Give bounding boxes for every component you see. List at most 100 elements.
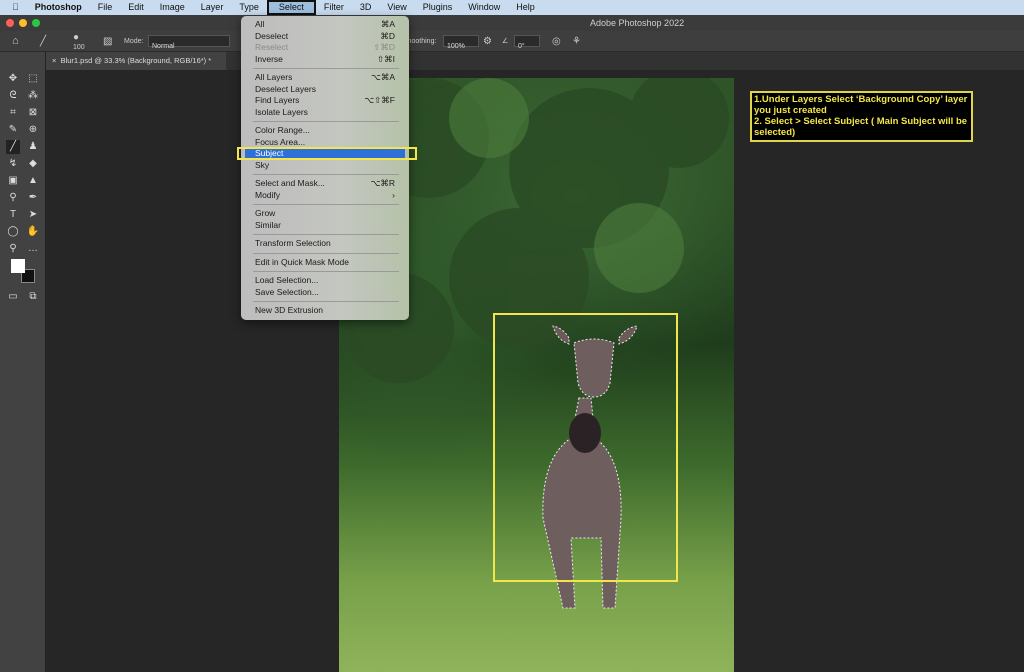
instruction-step-1: 1.Under Layers Select ‘Background Copy’ … — [754, 94, 968, 116]
menu-image[interactable]: Image — [152, 0, 193, 15]
path-select-icon[interactable]: ➤ — [26, 208, 40, 222]
menu-item-label: Grow — [255, 208, 276, 218]
angle-field[interactable]: 0° — [514, 35, 540, 50]
menu-item-shortcut: ⌥⌘A — [371, 72, 395, 82]
menu-item-edit-in-quick-mask-mode[interactable]: Edit in Quick Mask Mode — [241, 257, 409, 269]
menu-layer[interactable]: Layer — [193, 0, 232, 15]
mode-select[interactable]: Normal — [148, 35, 230, 50]
menu-filter[interactable]: Filter — [316, 0, 352, 15]
pen-tool-icon[interactable]: ✒ — [26, 191, 40, 205]
menu-file[interactable]: File — [90, 0, 121, 15]
menu-item-sky[interactable]: Sky — [241, 160, 409, 172]
menu-item-label: Isolate Layers — [255, 106, 308, 117]
options-bar: ⌂ ╱ ● 100 ▨ Mode: Normal Smoothing: 100%… — [0, 31, 1024, 52]
gear-icon[interactable]: ⚙ — [483, 31, 492, 52]
quick-mask-icon[interactable]: ▭ — [6, 290, 20, 304]
menu-item-load-selection[interactable]: Load Selection... — [241, 275, 409, 287]
menu-3d[interactable]: 3D — [352, 0, 380, 15]
close-tab-icon[interactable]: × — [52, 56, 61, 65]
menu-separator — [253, 252, 399, 254]
eyedropper-tool-icon[interactable]: ✎ — [6, 123, 20, 137]
menu-item-new-3d-extrusion[interactable]: New 3D Extrusion — [241, 305, 409, 317]
move-tool-icon[interactable]: ✥ — [6, 72, 20, 86]
history-brush-icon[interactable]: ↯ — [6, 157, 20, 171]
menu-item-grow[interactable]: Grow — [241, 208, 409, 220]
type-tool-icon[interactable]: T — [6, 208, 20, 222]
screen-mode-icon[interactable]: ⧉ — [26, 290, 40, 304]
smoothing-field[interactable]: 100% — [443, 35, 479, 50]
blur-tool-icon[interactable]: ▲ — [26, 174, 40, 188]
menu-separator — [253, 204, 399, 205]
pressure-icon[interactable]: ◎ — [552, 31, 561, 52]
apple-icon[interactable]:  — [0, 0, 27, 15]
subject-menu-highlight — [237, 147, 417, 160]
menu-item-all[interactable]: All ⌘A — [241, 19, 409, 31]
frame-tool-icon[interactable]: ⊠ — [26, 106, 40, 120]
menu-item-shortcut: ⌘A — [380, 19, 395, 29]
menu-separator — [253, 234, 399, 235]
title-bar: Adobe Photoshop 2022 — [0, 15, 1024, 31]
menu-item-similar[interactable]: Similar — [241, 220, 409, 232]
menu-app[interactable]: Photoshop — [27, 0, 90, 15]
menu-item-label: Inverse — [255, 53, 283, 64]
zoom-window-button[interactable] — [32, 19, 40, 27]
menu-separator — [253, 301, 399, 302]
tools-panel: ✥ ⬚ ᘓ ⁂ ⌗ ⊠ ✎ ⊕ ╱ ♟ ↯ ◆ ▣ ▲ ⚲ ✒ T ➤ ◯ ✋ … — [0, 52, 46, 672]
foreground-color[interactable] — [11, 259, 25, 273]
menu-help[interactable]: Help — [508, 0, 543, 15]
menu-view[interactable]: View — [379, 0, 414, 15]
menu-item-label: Transform Selection — [255, 238, 331, 248]
healing-tool-icon[interactable]: ⊕ — [26, 123, 40, 137]
menu-item-label: Find Layers — [255, 95, 300, 105]
menu-item-deselect-layers[interactable]: Deselect Layers — [241, 84, 409, 96]
menu-item-select-and-mask[interactable]: Select and Mask... ⌥⌘R — [241, 178, 409, 190]
instruction-annotation: 1.Under Layers Select ‘Background Copy’ … — [750, 91, 973, 142]
close-window-button[interactable] — [6, 19, 14, 27]
brush-panel-icon[interactable]: ▨ — [103, 31, 112, 52]
menu-edit[interactable]: Edit — [120, 0, 152, 15]
more-tools-icon[interactable]: … — [26, 242, 40, 256]
marquee-tool-icon[interactable]: ⬚ — [26, 72, 40, 86]
stamp-tool-icon[interactable]: ♟ — [26, 140, 40, 154]
menu-item-label: Load Selection... — [255, 275, 319, 285]
menu-item-deselect[interactable]: Deselect ⌘D — [241, 31, 409, 43]
menu-item-inverse[interactable]: Inverse ⇧⌘I — [241, 54, 409, 66]
menu-item-color-range[interactable]: Color Range... — [241, 125, 409, 137]
home-icon[interactable]: ⌂ — [12, 31, 19, 52]
menu-select[interactable]: Select — [266, 0, 316, 15]
menu-item-shortcut: ⌘D — [380, 30, 395, 41]
dodge-tool-icon[interactable]: ⚲ — [6, 191, 20, 205]
brush-tool-icon[interactable]: ╱ — [40, 31, 46, 52]
crop-tool-icon[interactable]: ⌗ — [6, 106, 20, 120]
minimize-window-button[interactable] — [19, 19, 27, 27]
menu-item-isolate-layers[interactable]: Isolate Layers — [241, 107, 409, 119]
lasso-tool-icon[interactable]: ᘓ — [6, 89, 20, 103]
menu-window[interactable]: Window — [460, 0, 508, 15]
zoom-tool-icon[interactable]: ⚲ — [6, 242, 20, 256]
menu-item-label: Select and Mask... — [255, 178, 325, 188]
menu-item-label: Similar — [255, 219, 281, 230]
quick-select-tool-icon[interactable]: ⁂ — [26, 89, 40, 103]
symmetry-icon[interactable]: ⚘ — [572, 31, 581, 52]
menu-item-transform-selection[interactable]: Transform Selection — [241, 238, 409, 250]
menu-item-label: Edit in Quick Mask Mode — [255, 256, 350, 267]
menu-item-reselect[interactable]: Reselect ⇧⌘D — [241, 42, 409, 54]
menu-item-label: Color Range... — [255, 125, 310, 135]
hand-tool-icon[interactable]: ✋ — [26, 225, 40, 239]
document-tab[interactable]: × Blur1.psd @ 33.3% (Background, RGB/16*… — [46, 52, 226, 70]
menu-item-save-selection[interactable]: Save Selection... — [241, 287, 409, 299]
menu-separator — [253, 174, 399, 175]
menu-type[interactable]: Type — [231, 0, 267, 15]
menu-item-modify[interactable]: Modify › — [241, 190, 409, 202]
menu-item-label: Sky — [255, 159, 270, 170]
menu-item-shortcut: ⇧⌘I — [377, 53, 395, 64]
document-tab-label: Blur1.psd @ 33.3% (Background, RGB/16*) … — [60, 56, 212, 65]
gradient-tool-icon[interactable]: ▣ — [6, 174, 20, 188]
eraser-tool-icon[interactable]: ◆ — [26, 157, 40, 171]
ellipse-tool-icon[interactable]: ◯ — [6, 225, 20, 239]
menu-item-all-layers[interactable]: All Layers ⌥⌘A — [241, 72, 409, 84]
brush-tool-icon[interactable]: ╱ — [6, 140, 20, 154]
select-menu: All ⌘A Deselect ⌘D Reselect ⇧⌘D Inverse ⇧⌘I All … — [241, 16, 409, 320]
menu-item-find-layers[interactable]: Find Layers ⌥⇧⌘F — [241, 95, 409, 107]
menu-plugins[interactable]: Plugins — [415, 0, 461, 15]
